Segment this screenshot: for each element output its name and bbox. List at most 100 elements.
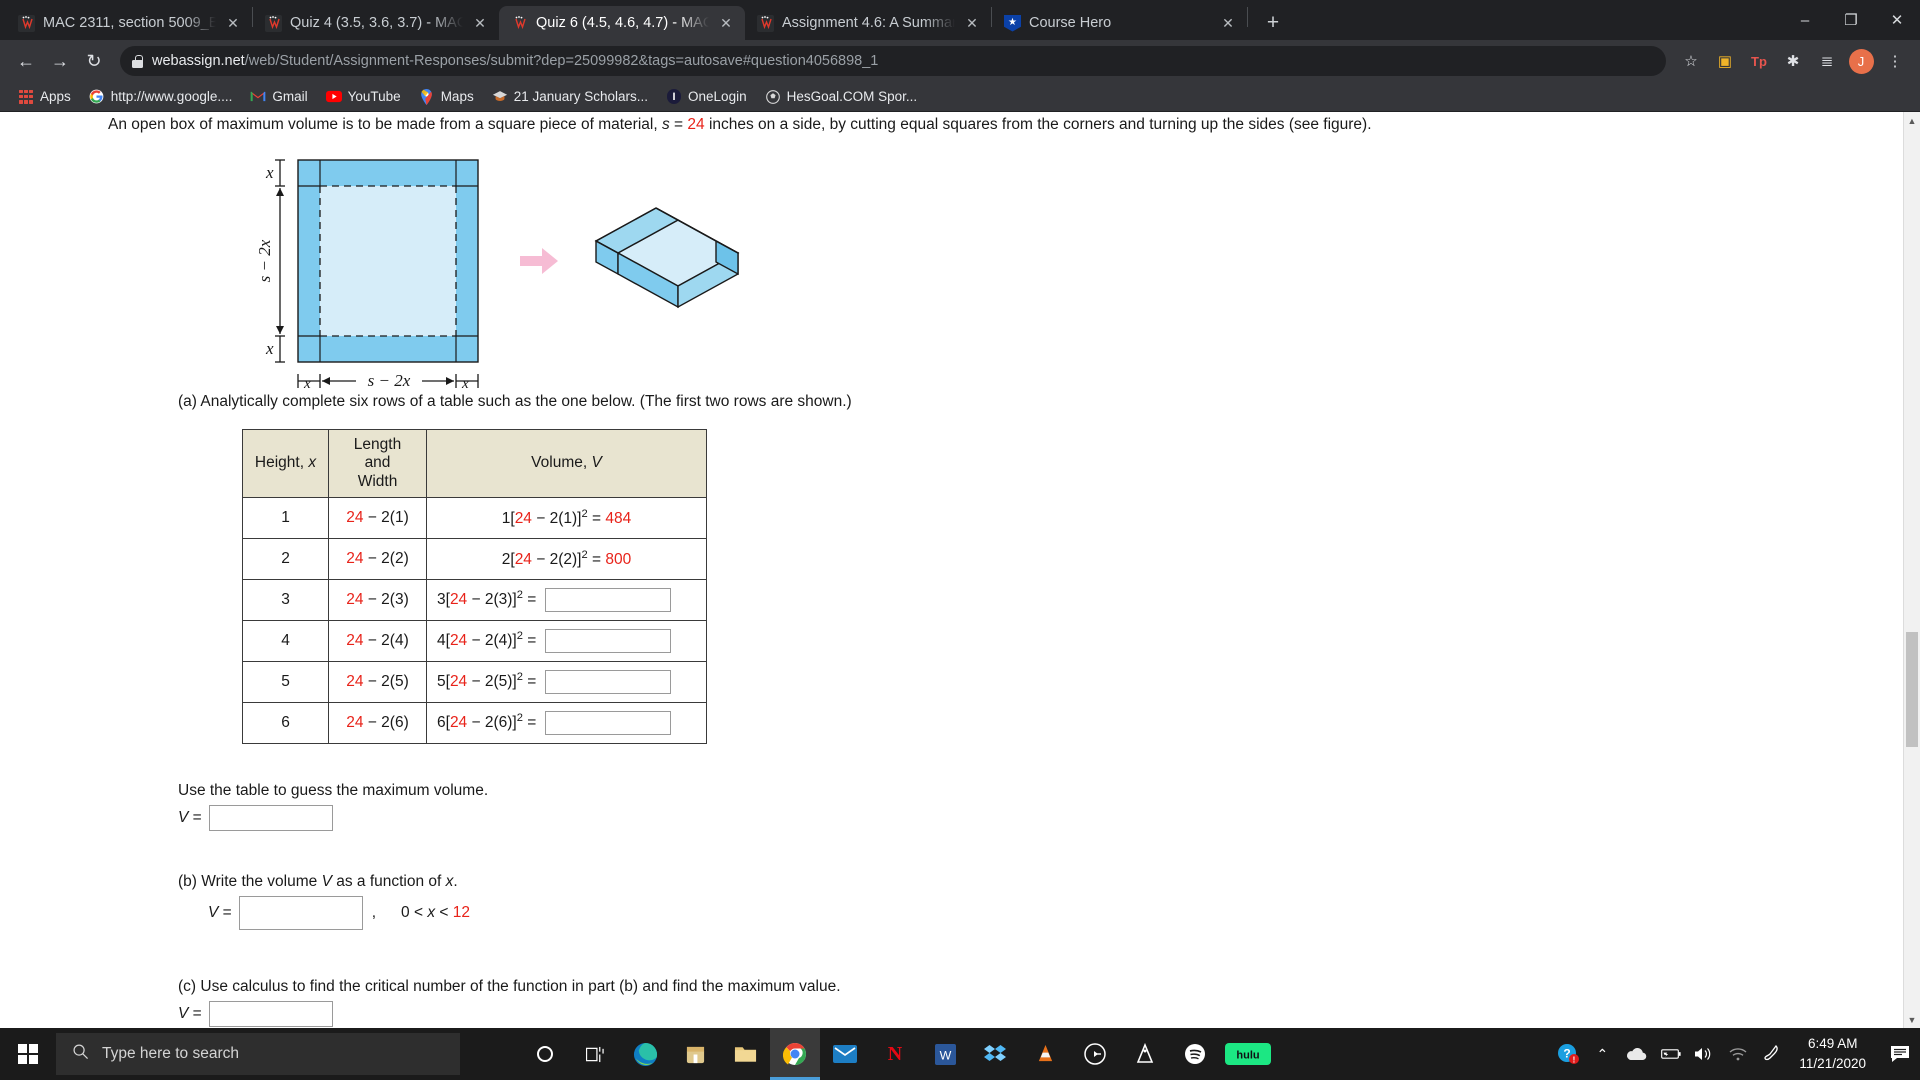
microsoft-store-icon[interactable] — [670, 1028, 720, 1080]
cell-height: 5 — [242, 660, 329, 703]
vol-middle: − 2(4)] — [467, 631, 517, 649]
vol-side-value: 24 — [514, 509, 532, 527]
show-hidden-icons-chevron[interactable]: ⌃ — [1585, 1028, 1619, 1080]
cell-height: 2 — [242, 537, 329, 580]
dropbox-icon[interactable] — [970, 1028, 1020, 1080]
browser-tab-3-active[interactable]: Quiz 6 (4.5, 4.6, 4.7) - MAC 2311, ✕ — [499, 6, 745, 40]
new-tab-button[interactable]: + — [1256, 8, 1290, 38]
volume-icon[interactable] — [1687, 1028, 1721, 1080]
teamviewer-icon[interactable] — [1070, 1028, 1120, 1080]
extension-tp-icon[interactable]: Tp — [1744, 46, 1774, 76]
tab-close-button[interactable]: ✕ — [963, 14, 981, 32]
vol-side-value: 24 — [449, 631, 468, 649]
chrome-icon[interactable] — [770, 1028, 820, 1080]
onelogin-icon — [666, 89, 682, 105]
bookmark-hesgoal[interactable]: HesGoal.COM Spor... — [757, 86, 926, 108]
search-placeholder: Type here to search — [102, 1045, 239, 1062]
table-row: 2 24 − 2(2) 2[24 − 2(2)]2 = 800 — [242, 537, 707, 580]
browser-tab-1[interactable]: MAC 2311, section 5009_B12, Fall ✕ — [6, 6, 252, 40]
taskbar-search-input[interactable]: Type here to search — [56, 1033, 460, 1075]
word-icon[interactable]: W — [920, 1028, 970, 1080]
close-window-button[interactable]: ✕ — [1874, 0, 1920, 40]
apps-grid-icon — [18, 89, 34, 105]
tab-close-button[interactable]: ✕ — [224, 14, 242, 32]
extension-pocket-icon[interactable]: ▣ — [1710, 46, 1740, 76]
wifi-icon[interactable] — [1721, 1028, 1755, 1080]
vlc-icon[interactable] — [1020, 1028, 1070, 1080]
tab-close-button[interactable]: ✕ — [471, 14, 489, 32]
edge-icon[interactable] — [620, 1028, 670, 1080]
pen-icon[interactable] — [1755, 1028, 1789, 1080]
taskbar-clock[interactable]: 6:49 AM 11/21/2020 — [1789, 1034, 1880, 1073]
clock-time: 6:49 AM — [1807, 1036, 1858, 1052]
tab-close-button[interactable]: ✕ — [1219, 14, 1237, 32]
minimize-button[interactable]: – — [1782, 0, 1828, 40]
bookmark-star-icon[interactable]: ☆ — [1676, 46, 1706, 76]
table-row: 5 24 − 2(5) 5[24 − 2(5)]2 = — [242, 660, 707, 703]
part-c-volume-input[interactable] — [208, 1000, 333, 1027]
vol-middle: − 2(1)] — [531, 509, 582, 527]
maximize-button[interactable]: ❐ — [1828, 0, 1874, 40]
volume-answer-input-row5[interactable] — [544, 669, 671, 694]
browser-tab-5[interactable]: ★ Course Hero ✕ — [992, 6, 1247, 40]
mail-icon[interactable] — [820, 1028, 870, 1080]
netflix-icon[interactable]: N — [870, 1028, 920, 1080]
hulu-icon[interactable]: hulu — [1220, 1028, 1276, 1080]
task-view-icon[interactable] — [570, 1028, 620, 1080]
onedrive-icon[interactable] — [1619, 1028, 1653, 1080]
part-c-section: (c) Use calculus to find the critical nu… — [0, 978, 1900, 1027]
lw-expression: − 2(6) — [363, 713, 409, 731]
volume-answer-input-row4[interactable] — [544, 628, 671, 653]
avatar-initial: J — [1848, 48, 1874, 74]
tab-title: Assignment 4.6: A Summary of C — [782, 15, 955, 31]
statement-equals: = — [669, 116, 688, 133]
browser-tab-4[interactable]: Assignment 4.6: A Summary of C ✕ — [745, 6, 991, 40]
cell-length-width: 24 − 2(2) — [328, 537, 427, 580]
scrollbar-thumb[interactable] — [1906, 632, 1918, 747]
tab-close-button[interactable]: ✕ — [717, 14, 735, 32]
bookmark-january-scholars[interactable]: 21 January Scholars... — [484, 86, 656, 108]
forward-button[interactable]: → — [44, 45, 76, 77]
chrome-menu-button[interactable]: ⋮ — [1880, 46, 1910, 76]
start-button[interactable] — [0, 1028, 56, 1080]
file-explorer-icon[interactable] — [720, 1028, 770, 1080]
reading-list-icon[interactable]: ≣ — [1812, 46, 1842, 76]
reload-button[interactable]: ↻ — [78, 45, 110, 77]
profile-avatar[interactable]: J — [1846, 46, 1876, 76]
vol-middle: − 2(5)] — [467, 672, 517, 690]
vol-equals: = — [522, 672, 541, 690]
back-button[interactable]: ← — [10, 45, 42, 77]
guess-v-label: V = — [178, 808, 202, 826]
part-c-v-label: V = — [178, 1004, 202, 1022]
volume-answer-input-row6[interactable] — [544, 710, 671, 735]
action-center-button[interactable] — [1880, 1028, 1920, 1080]
browser-toolbar: ← → ↻ webassign.net/web/Student/Assignme… — [0, 40, 1920, 82]
part-b-function-input[interactable] — [238, 895, 363, 930]
extensions-puzzle-icon[interactable]: ✱ — [1778, 46, 1808, 76]
table-row: 6 24 − 2(6) 6[24 − 2(6)]2 = — [242, 701, 707, 744]
paramount-icon[interactable] — [1120, 1028, 1170, 1080]
bookmark-google[interactable]: http://www.google.... — [81, 86, 241, 108]
figure-svg-wrapper: x x s − 2x s − 2x x x — [248, 148, 948, 393]
graduation-cap-icon — [492, 89, 508, 105]
page-scrollbar[interactable]: ▲ ▼ — [1903, 112, 1920, 1028]
bookmark-youtube[interactable]: YouTube — [318, 86, 409, 108]
help-alert-icon[interactable]: ? ! — [1551, 1028, 1585, 1080]
scroll-up-arrow-icon[interactable]: ▲ — [1904, 112, 1920, 129]
guess-volume-input[interactable] — [208, 804, 333, 831]
spotify-icon[interactable] — [1170, 1028, 1220, 1080]
guess-section: Use the table to guess the maximum volum… — [0, 782, 1900, 831]
cortana-icon[interactable] — [520, 1028, 570, 1080]
battery-icon[interactable] — [1653, 1028, 1687, 1080]
address-bar-url: webassign.net/web/Student/Assignment-Res… — [152, 54, 878, 69]
vol-middle: − 2(3)] — [467, 590, 517, 608]
bookmark-onelogin[interactable]: OneLogin — [658, 86, 755, 108]
address-bar[interactable]: webassign.net/web/Student/Assignment-Res… — [120, 46, 1666, 76]
volume-answer-input-row3[interactable] — [544, 587, 671, 612]
bookmark-maps[interactable]: Maps — [411, 86, 482, 108]
browser-tab-2[interactable]: Quiz 4 (3.5, 3.6, 3.7) - MAC 2311, ✕ — [253, 6, 499, 40]
bookmark-gmail[interactable]: Gmail — [242, 86, 315, 108]
lw-expression: − 2(4) — [363, 631, 409, 649]
bookmark-apps[interactable]: Apps — [10, 86, 79, 108]
scroll-down-arrow-icon[interactable]: ▼ — [1904, 1011, 1920, 1028]
